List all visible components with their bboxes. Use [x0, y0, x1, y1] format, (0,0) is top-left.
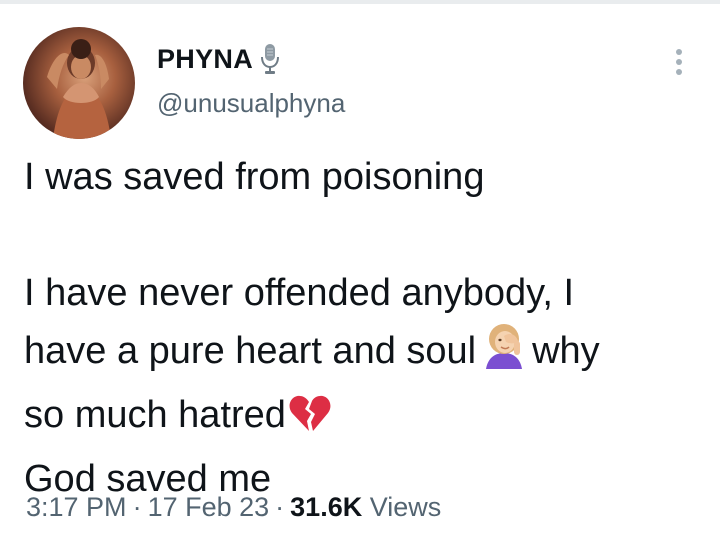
- tweet-line: have a pure heart and soul why: [24, 322, 714, 386]
- author-display-name[interactable]: PHYNA: [157, 44, 253, 75]
- tweet-time[interactable]: 3:17 PM: [26, 492, 127, 522]
- broken-heart-emoji: [288, 392, 332, 450]
- tweet-meta: 3:17 PM · 17 Feb 23 · 31.6K Views: [26, 492, 441, 523]
- woman-facepalming-emoji: [478, 323, 530, 386]
- microphone-icon: [259, 42, 281, 76]
- author-name-row: PHYNA: [157, 42, 281, 76]
- top-divider: [0, 0, 720, 4]
- tweet-line: I was saved from poisoning: [24, 156, 485, 198]
- tweet-line-fragment: so much hatred: [24, 394, 286, 436]
- tweet-date[interactable]: 17 Feb 23: [148, 492, 270, 522]
- tweet-text: I was saved from poisoning I have never …: [24, 148, 714, 508]
- tweet-line: I have never offended anybody, I: [24, 272, 574, 314]
- views-label[interactable]: Views: [370, 492, 442, 522]
- tweet-line-fragment: why: [532, 330, 600, 372]
- tweet-line-fragment: have a pure heart and soul: [24, 330, 477, 372]
- author-handle[interactable]: @unusualphyna: [157, 88, 345, 119]
- avatar[interactable]: [23, 27, 135, 139]
- views-count[interactable]: 31.6K: [290, 492, 362, 522]
- meta-separator: ·: [275, 492, 285, 522]
- more-options-icon[interactable]: [666, 45, 692, 79]
- tweet-line: so much hatred: [24, 386, 714, 450]
- meta-separator: ·: [132, 492, 142, 522]
